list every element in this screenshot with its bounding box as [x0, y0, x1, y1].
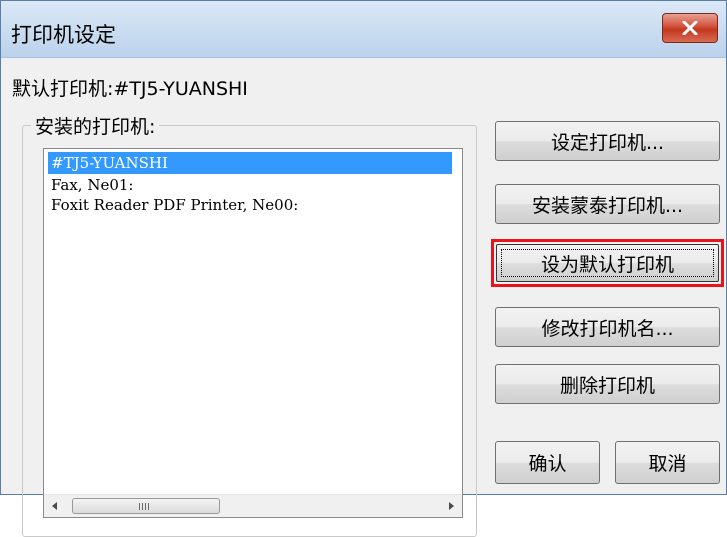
installed-printers-group: 安装的打印机: #TJ5-YUANSHI Fax, Ne01: Foxit Re… — [22, 112, 477, 537]
close-icon — [682, 21, 698, 35]
triangle-right-icon — [449, 502, 454, 510]
default-printer-label: 默认打印机:#TJ5-YUANSHI — [12, 78, 248, 100]
printer-list-item[interactable]: Foxit Reader PDF Printer, Ne00: — [48, 194, 301, 216]
close-button[interactable] — [662, 13, 718, 43]
printer-list-item[interactable]: Fax, Ne01: — [48, 174, 136, 196]
ok-button[interactable]: 确认 — [495, 441, 600, 484]
triangle-left-icon — [52, 502, 57, 510]
grip-icon — [139, 503, 149, 510]
set-default-printer-button[interactable]: 设为默认打印机 — [496, 244, 719, 282]
scroll-thumb[interactable] — [72, 498, 220, 514]
setup-printer-button[interactable]: 设定打印机... — [495, 121, 720, 161]
printer-list[interactable]: #TJ5-YUANSHI Fax, Ne01: Foxit Reader PDF… — [43, 148, 463, 518]
horizontal-scrollbar[interactable] — [44, 494, 462, 517]
scroll-right-arrow[interactable] — [440, 495, 462, 517]
printer-list-item[interactable]: #TJ5-YUANSHI — [48, 152, 452, 174]
cancel-button[interactable]: 取消 — [615, 441, 720, 484]
scroll-left-arrow[interactable] — [44, 495, 66, 517]
focus-rectangle — [501, 249, 714, 277]
title-bar[interactable]: 打印机设定 — [1, 1, 726, 58]
highlight-box: 设为默认打印机 — [491, 239, 724, 287]
dialog-body: 默认打印机:#TJ5-YUANSHI 安装的打印机: #TJ5-YUANSHI … — [2, 58, 725, 537]
rename-printer-button[interactable]: 修改打印机名... — [495, 307, 720, 347]
window-title: 打印机设定 — [11, 23, 116, 47]
printer-settings-dialog: 打印机设定 默认打印机:#TJ5-YUANSHI 安装的打印机: #TJ5-YU… — [0, 0, 727, 537]
install-printer-button[interactable]: 安装蒙泰打印机... — [495, 184, 720, 224]
installed-printers-group-label: 安装的打印机: — [31, 112, 160, 139]
delete-printer-button[interactable]: 删除打印机 — [495, 364, 720, 404]
